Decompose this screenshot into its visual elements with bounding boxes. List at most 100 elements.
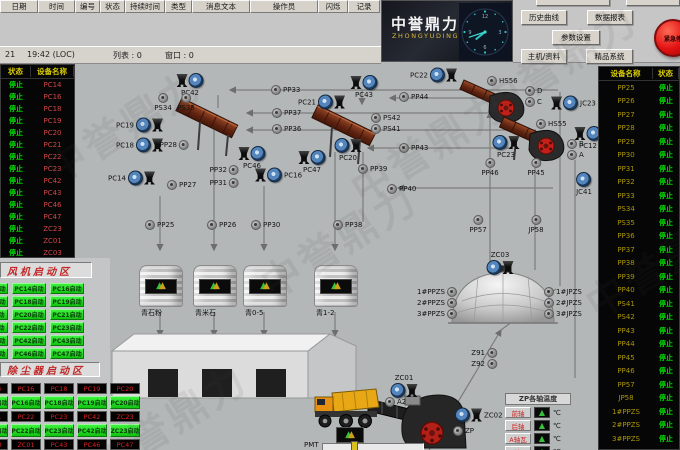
sensor-HS56: HS56 [487,76,518,86]
dust-device-label: ZC03 [0,439,8,450]
fan-start-button[interactable]: ZC03启动 [0,348,8,359]
premium-system-button[interactable]: 精品系统 [586,49,633,64]
status-value: 停止 [653,434,679,444]
node-label: A2 [397,398,406,406]
equipment-ZC01[interactable]: ZC01 [391,374,418,398]
table-row: PP46停止 [599,365,679,379]
zp-panel-title: ZP各轴温度 [505,393,571,405]
toolbar-button-clipped-1[interactable] [536,0,610,6]
dust-start-button[interactable]: ZC23启动 [110,424,140,437]
sensor-PS42: PS42 [371,113,401,123]
sensor-PS34: PS34 [154,93,172,112]
fan-start-button[interactable]: PC13启动 [0,296,8,307]
dust-start-button[interactable]: PC42启动 [77,424,107,437]
sensor-PP33: PP33 [271,85,300,95]
table-row: PP39停止 [599,270,679,284]
equipment-PC47[interactable]: PC47 [299,150,326,174]
fan-start-button[interactable]: PC47启动 [50,348,84,359]
equipment-ZC02[interactable]: ZC02 [455,408,503,423]
dust-start-button[interactable]: PC16启动 [11,396,41,409]
fan-hopper-unit [136,118,163,133]
fan-start-button[interactable]: PC16启动 [50,283,84,294]
fan-start-button[interactable]: PC20启动 [12,309,46,320]
equipment-ZC03[interactable]: ZC03 [487,251,514,275]
fan-start-button[interactable]: PC18启动 [12,296,46,307]
equipment-PC22[interactable]: PC22 [410,68,457,83]
table-row: PP33停止 [599,189,679,203]
status-value: 停止 [653,339,679,349]
device-name: PS34 [599,205,653,213]
dust-start-button[interactable]: PC21启动 [0,424,8,437]
equipment-PC14[interactable]: PC14 [108,171,155,186]
hopper-icon [551,97,562,110]
table-row: 1#PPZS停止 [599,405,679,419]
fan-icon [563,96,578,111]
fan-start-button[interactable]: PC12启动 [0,283,8,294]
data-report-button[interactable]: 数据报表 [587,10,633,25]
dust-start-button[interactable]: PC18启动 [44,396,74,409]
parameter-settings-button[interactable]: 参数设置 [552,30,600,45]
zp-temp-row: 后轴▲℃ [505,420,561,431]
equipment-PC20[interactable]: PC20 [335,138,362,162]
dust-start-button[interactable]: PC20启动 [110,396,140,409]
fan-start-button[interactable]: JC23启动 [0,309,8,320]
status-value: 停止 [1,92,31,102]
equipment-PC16[interactable]: PC16 [255,168,302,183]
fan-start-button[interactable]: PC42启动 [12,335,46,346]
node-label: PP43 [411,144,428,152]
status-value: 停止 [653,299,679,309]
pmt-slider-thumb[interactable] [351,441,358,450]
point-icon [544,298,554,308]
fan-start-button[interactable]: PC43启动 [50,335,84,346]
equipment-PC46[interactable]: PC46 [239,146,266,170]
equipment-PC23[interactable]: PC23 [493,135,520,159]
alarm-column-2: 编号 [75,0,100,13]
pmt-slider[interactable] [322,443,424,450]
history-curve-button[interactable]: 历史曲线 [521,10,567,25]
alarm-list-area[interactable] [0,13,381,47]
device-name: PP39 [599,273,653,281]
fan-start-button[interactable]: PC46启动 [12,348,46,359]
equipment-PC43[interactable]: PC43 [351,75,378,99]
equipment-PC21[interactable]: PC21 [298,95,345,110]
dust-start-button[interactable]: PC14启动 [0,396,8,409]
fan-start-button[interactable]: PC22启动 [12,322,46,333]
status-value: 停止 [653,258,679,268]
point-icon [271,85,281,95]
equipment-PC19[interactable]: PC19 [116,118,163,133]
dust-start-button[interactable]: PC22启动 [11,424,41,437]
table-row: PP30停止 [599,149,679,163]
silo-2-label: 青米石 [195,308,216,318]
point-icon [447,309,457,319]
fan-start-button[interactable]: PC21启动 [50,309,84,320]
dust-device-label: PC21 [0,411,8,422]
dust-start-button[interactable]: PC23启动 [44,424,74,437]
status-window: 窗口 : 0 [165,50,194,61]
toolbar-button-clipped-2[interactable] [626,0,680,6]
dust-start-button[interactable]: PC19启动 [77,396,107,409]
fan-start-button[interactable]: JC41启动 [0,322,8,333]
alarm-column-3: 状态 [100,0,125,13]
equipment-JC23[interactable]: JC23 [551,96,596,111]
device-name: PP46 [599,367,653,375]
fan-icon [363,75,378,90]
node-label: 3#PPZS [417,310,445,318]
emergency-stop-button[interactable]: 紧急停 [654,19,680,57]
toolbar: 历史曲线 数据报表 参数设置 主机/资料 精品系统 紧急停 [513,0,680,63]
fan-hopper-unit [430,68,457,83]
fan-start-button[interactable]: PC23启动 [50,322,84,333]
left-header-device: 设备名称 [31,66,74,77]
fan-start-button[interactable]: PC19启动 [50,296,84,307]
alarm-column-6: 消息文本 [192,0,250,13]
host-data-button[interactable]: 主机/资料 [521,49,567,64]
zp-temp-indicator: ▲ [534,420,550,431]
equipment-JC41[interactable]: JC41 [576,172,592,196]
table-row: PP25停止 [599,81,679,95]
sensor-PP57: PP57 [469,215,486,234]
svg-text:9: 9 [468,30,471,36]
zp-temp-indicator: ▲ [534,407,550,418]
status-value: 停止 [653,420,679,430]
equipment-PC18[interactable]: PC18 [116,138,163,153]
fan-start-button[interactable]: PC14启动 [12,283,46,294]
fan-start-button[interactable]: ZC01启动 [0,335,8,346]
